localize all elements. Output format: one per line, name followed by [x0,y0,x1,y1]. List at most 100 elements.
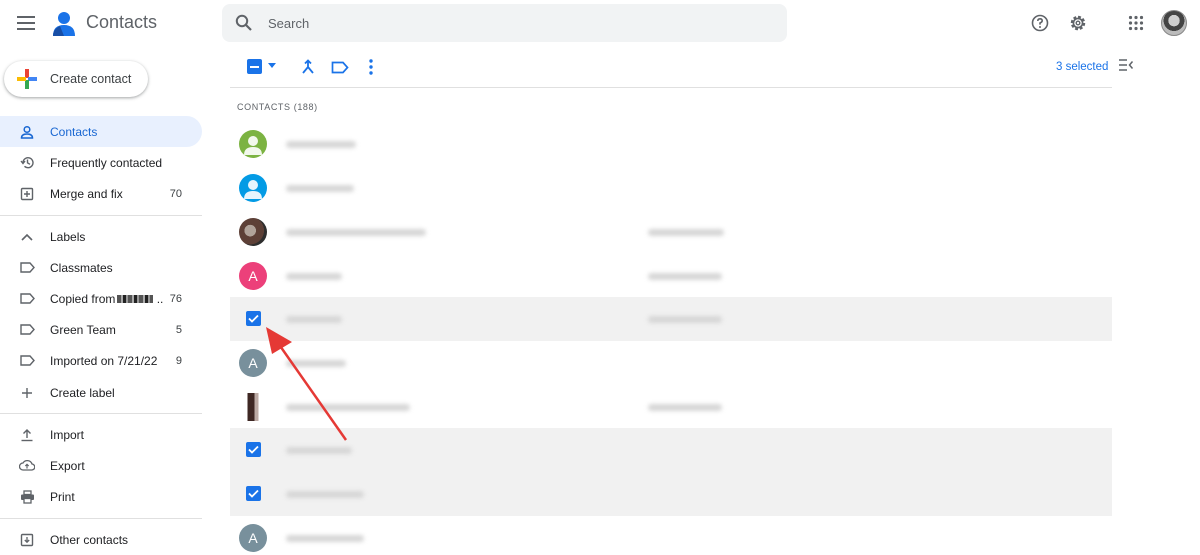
label-count: 76 [169,292,182,305]
create-contact-label: Create contact [50,72,132,86]
sidebar-label-green-team[interactable]: Green Team 5 [0,314,202,345]
contact-photo-avatar[interactable] [239,393,267,421]
contact-phone-blurred [648,273,722,280]
contacts-section-header: CONTACTS (188) [237,102,318,112]
label-icon [18,259,36,277]
row-checkbox-checked[interactable] [246,311,261,326]
contact-phone-blurred [648,404,722,411]
sidebar-label-classmates[interactable]: Classmates [0,252,202,283]
merge-contacts-icon[interactable] [298,57,318,77]
app-header: Contacts [0,0,1200,46]
selection-toolbar: 3 selected [230,46,1112,88]
select-all-checkbox[interactable] [247,59,262,74]
import-icon [18,426,36,444]
contact-row-selected[interactable] [230,472,1112,516]
menu-icon[interactable] [14,11,38,35]
sidebar-item-other-contacts[interactable]: Other contacts [0,524,202,555]
label-name: Classmates [50,260,113,275]
contact-row[interactable]: A [230,341,1112,385]
manage-labels-icon[interactable] [330,57,350,77]
default-avatar-icon[interactable] [239,174,267,202]
default-avatar-icon[interactable] [239,130,267,158]
contact-name-blurred [286,141,356,148]
export-icon [18,457,36,475]
select-menu-caret-icon[interactable] [268,63,276,68]
contact-row[interactable] [230,166,1112,210]
apps-icon[interactable] [1124,11,1148,35]
label-icon [18,352,36,370]
contact-name-blurred [286,185,354,192]
contact-name-blurred [286,229,426,236]
app-title: Contacts [86,12,158,32]
sidebar-item-merge-and-fix[interactable]: Merge and fix 70 [0,178,202,209]
sidebar-item-label: Export [50,458,85,473]
sidebar-item-label: Contacts [50,124,98,139]
label-icon [18,321,36,339]
letter-avatar[interactable]: A [239,262,267,290]
print-icon [18,488,36,506]
sidebar: Create contact Contacts Frequently conta… [0,46,212,555]
help-icon[interactable] [1028,11,1052,35]
contact-name-blurred [286,316,342,323]
label-count: 9 [175,354,182,367]
contacts-logo-icon[interactable] [50,9,78,37]
contact-row[interactable] [230,122,1112,166]
letter-avatar[interactable]: A [239,349,267,377]
create-contact-button[interactable]: Create contact [4,61,148,97]
person-icon [18,123,36,141]
sidebar-label-copied-from[interactable]: Copied from .. 76 [0,283,202,314]
sidebar-item-label: Print [50,489,75,504]
sidebar-item-contacts[interactable]: Contacts [0,116,202,147]
contact-photo-avatar[interactable] [239,218,267,246]
sidebar-item-label: Merge and fix [50,186,123,201]
contact-row-selected[interactable] [230,428,1112,472]
sidebar-label-imported[interactable]: Imported on 7/21/22 9 [0,345,202,376]
sidebar-item-export[interactable]: Export [0,450,202,481]
create-label-text: Create label [50,385,115,400]
labels-header-label: Labels [50,229,86,244]
contact-name-blurred [286,404,410,411]
more-actions-icon[interactable] [361,57,381,77]
contact-row[interactable]: A [230,254,1112,298]
labels-header[interactable]: Labels [0,221,202,252]
contact-name-blurred [286,535,364,542]
sidebar-divider [0,518,202,519]
search-bar[interactable] [222,4,787,42]
label-icon [18,290,36,308]
letter-avatar[interactable]: A [239,524,267,552]
label-name: Imported on 7/21/22 [50,353,158,368]
label-count: 5 [175,323,182,336]
contact-phone-blurred [648,229,724,236]
account-avatar[interactable] [1161,10,1187,36]
sidebar-item-label: Frequently contacted [50,155,163,170]
plus-icon [18,384,36,402]
sidebar-divider [0,413,202,414]
label-name: Copied from .. [50,291,164,306]
contact-row[interactable] [230,210,1112,254]
contact-row[interactable]: A [230,516,1112,555]
sidebar-item-import[interactable]: Import [0,419,202,450]
sidebar-item-frequently-contacted[interactable]: Frequently contacted [0,147,202,178]
redacted-text [117,295,154,304]
merge-icon [18,185,36,203]
contact-phone-blurred [648,316,722,323]
contact-row[interactable] [230,385,1112,429]
history-icon [18,154,36,172]
settings-icon[interactable] [1066,11,1090,35]
chevron-up-icon [18,228,36,246]
contact-name-blurred [286,273,342,280]
sidebar-item-print[interactable]: Print [0,481,202,512]
contact-name-blurred [286,491,364,498]
create-label-button[interactable]: Create label [0,377,202,408]
search-input[interactable] [268,15,748,31]
contact-name-blurred [286,360,346,367]
sidebar-divider [0,215,202,216]
merge-count: 70 [169,187,182,200]
sidebar-item-label: Other contacts [50,532,129,547]
list-settings-icon[interactable] [1118,58,1134,74]
row-checkbox-checked[interactable] [246,442,261,457]
label-name: Green Team [50,322,116,337]
search-icon[interactable] [234,13,254,33]
contact-row-selected[interactable] [230,297,1112,341]
row-checkbox-checked[interactable] [246,486,261,501]
